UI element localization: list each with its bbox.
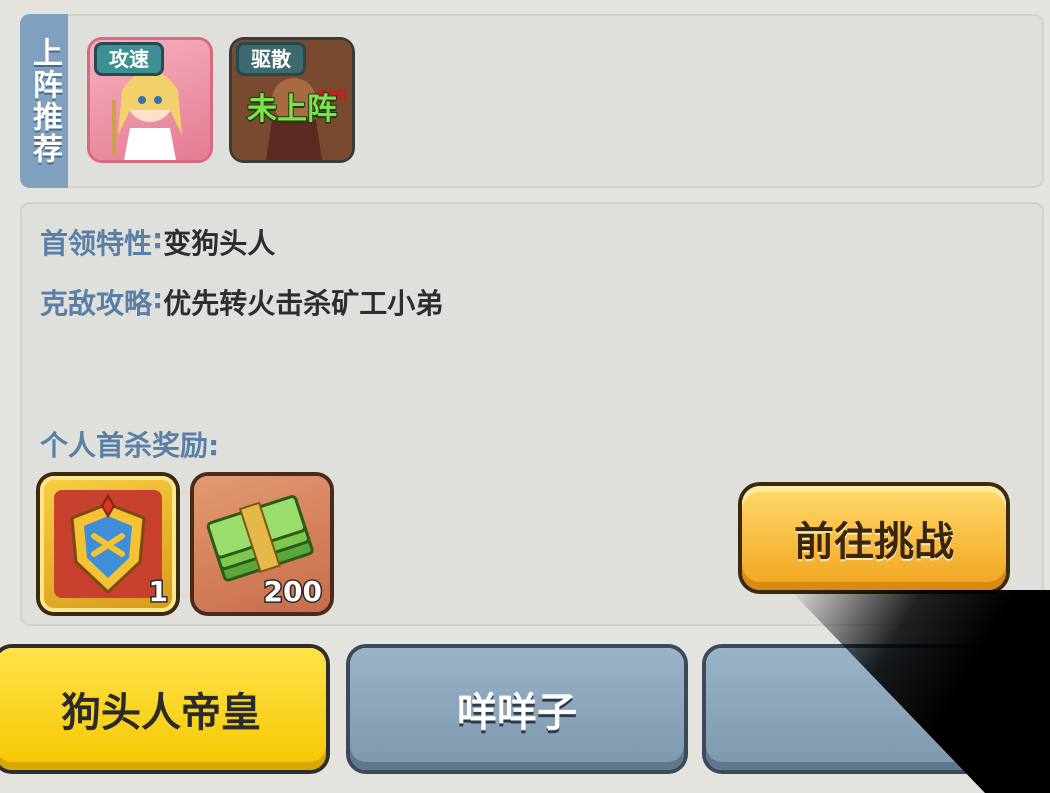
boss-tab-miemiezi[interactable]: 咩咩子 <box>350 648 684 770</box>
boss-tab-kobold-emperor[interactable]: 狗头人帝皇 <box>0 648 326 770</box>
hero-card-dispel[interactable]: 驱散 未上阵 <box>232 40 352 160</box>
hero-card-attack-speed[interactable]: 攻速 <box>90 40 210 160</box>
strategy-value: 优先转火击杀矿工小弟 <box>163 287 444 320</box>
strategy-row: 克敌攻略 : 优先转火击杀矿工小弟 <box>40 282 443 322</box>
reward-count: 200 <box>262 574 323 610</box>
reward-count: 1 <box>147 574 170 610</box>
hero-tag: 驱散 <box>236 42 306 76</box>
colon: : <box>152 282 164 315</box>
trait-value: 变狗头人 <box>163 227 276 260</box>
colon: : <box>152 222 164 255</box>
not-deployed-label: 未上阵 <box>246 91 338 128</box>
recommend-panel: 上阵推荐 攻速 驱散 未上阵 <box>20 14 1044 188</box>
reward-cash-item[interactable]: 200 <box>194 476 330 612</box>
reward-title: 个人首杀奖励: <box>40 429 220 462</box>
reward-badge-item[interactable]: 1 <box>40 476 176 612</box>
boss-challenge-screen: 上阵推荐 攻速 驱散 未上阵 首领特性: 变狗头人 克敌攻略: 优先转火击杀… <box>0 0 1050 793</box>
recommend-label: 上阵推荐 <box>27 37 62 165</box>
recommend-tab: 上阵推荐 <box>20 14 68 188</box>
go-challenge-button[interactable]: 前往挑战 <box>742 486 1006 590</box>
boss-tab-third[interactable] <box>706 648 1040 770</box>
strategy-label: 克敌攻略 <box>40 287 153 320</box>
trait-label: 首领特性 <box>40 227 153 260</box>
boss-trait-row: 首领特性 : 变狗头人 <box>40 222 275 262</box>
hero-tag: 攻速 <box>94 42 164 76</box>
